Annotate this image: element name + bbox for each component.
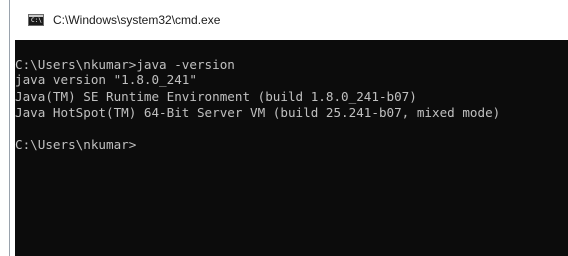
console-line: java version "1.8.0_241" [15,72,197,87]
command-prompt-window: C:\ C:\Windows\system32\cmd.exe C:\Users… [9,0,568,256]
console-output[interactable]: C:\Users\nkumar>java -version java versi… [15,40,568,256]
console-prompt-line: C:\Users\nkumar> [15,137,137,152]
cmd-icon-glyph: C:\ [31,17,42,24]
console-line: Java(TM) SE Runtime Environment (build 1… [15,89,417,104]
console-line: Java HotSpot(TM) 64-Bit Server VM (build… [15,105,501,120]
window-title: C:\Windows\system32\cmd.exe [53,13,221,27]
cmd-icon[interactable]: C:\ [28,14,44,26]
title-bar[interactable]: C:\ C:\Windows\system32\cmd.exe [10,0,568,40]
